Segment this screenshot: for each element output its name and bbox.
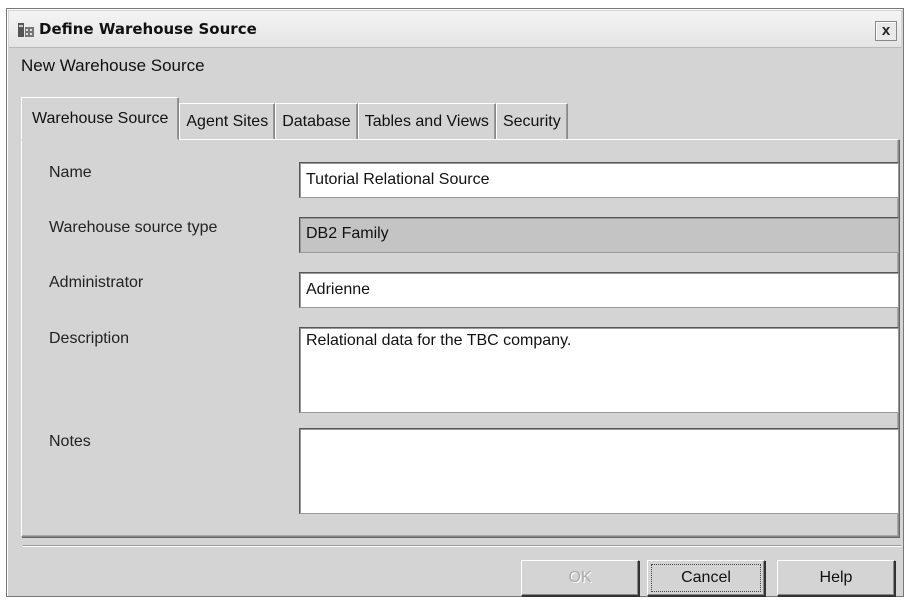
name-label: Name [49, 164, 92, 181]
notes-field[interactable] [299, 428, 899, 514]
title-bar[interactable]: Define Warehouse Source x [9, 11, 901, 48]
warehouse-app-icon [18, 23, 34, 37]
ok-button[interactable]: OK [521, 560, 639, 596]
tab-database[interactable]: Database [275, 103, 358, 139]
tab-tables-and-views[interactable]: Tables and Views [357, 103, 496, 139]
source-type-field: DB2 Family [299, 217, 899, 253]
tab-bar: Warehouse Source Agent Sites Database Ta… [21, 95, 568, 141]
notes-label: Notes [49, 433, 91, 450]
source-type-label: Warehouse source type [49, 219, 218, 236]
dialog-subtitle: New Warehouse Source [21, 56, 205, 75]
help-button[interactable]: Help [777, 560, 895, 596]
description-field[interactable]: Relational data for the TBC company. [299, 327, 899, 413]
close-icon[interactable]: x [875, 21, 897, 41]
window-title: Define Warehouse Source [39, 20, 257, 38]
dialog-window: Define Warehouse Source x New Warehouse … [6, 8, 904, 597]
description-label: Description [49, 330, 130, 347]
tab-agent-sites[interactable]: Agent Sites [179, 103, 276, 139]
tab-warehouse-source[interactable]: Warehouse Source [21, 97, 180, 141]
tab-panel-warehouse-source: Name Warehouse source type DB2 Family Ad… [21, 139, 899, 537]
administrator-label: Administrator [49, 274, 144, 291]
button-separator [23, 545, 901, 547]
cancel-button[interactable]: Cancel [647, 560, 765, 596]
name-field[interactable] [299, 162, 899, 198]
administrator-field[interactable] [299, 272, 899, 308]
tab-security[interactable]: Security [495, 103, 568, 139]
